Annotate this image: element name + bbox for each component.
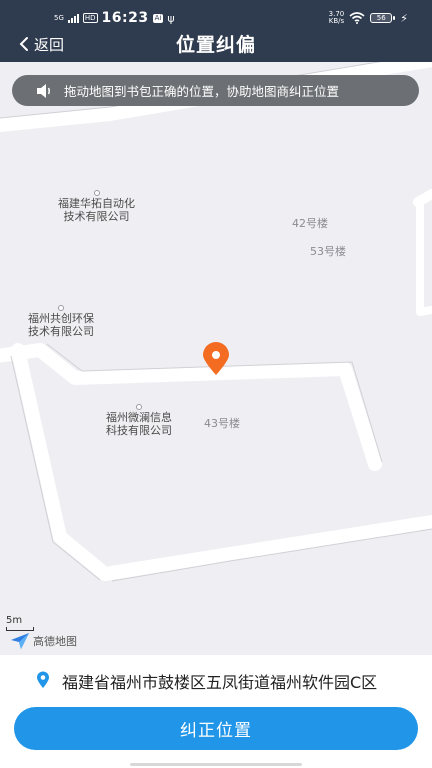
- poi-label-line2: 科技有限公司: [106, 424, 172, 437]
- map-view[interactable]: 拖动地图到书包正确的位置，协助地图商纠正位置 福建华拓自动化 技术有限公司 福州…: [0, 62, 432, 655]
- building-label: 53号楼: [310, 245, 346, 258]
- poi-weilan[interactable]: 福州微澜信息 科技有限公司: [106, 404, 172, 437]
- battery-icon: 56: [370, 13, 396, 23]
- home-indicator: [130, 763, 302, 766]
- drag-map-notice: 拖动地图到书包正确的位置，协助地图商纠正位置: [12, 75, 419, 106]
- status-bar: 5G HD 16:23 Ai ψ 3.70 KB/s 56 ⚡: [0, 8, 432, 28]
- poi-label-line1: 福建华拓自动化: [58, 197, 135, 210]
- network-speed: 3.70 KB/s: [328, 10, 345, 25]
- speaker-icon: [37, 83, 50, 98]
- poi-label-line1: 福州微澜信息: [106, 411, 172, 424]
- poi-label-line2: 技术有限公司: [63, 210, 130, 223]
- nav-bar: 返回 位置纠偏: [0, 28, 432, 60]
- top-bar: 5G HD 16:23 Ai ψ 3.70 KB/s 56 ⚡ 返回 位置纠偏: [0, 0, 432, 62]
- app-badge-icon: Ai: [152, 13, 164, 23]
- page-title: 位置纠偏: [175, 34, 256, 56]
- signal-icon: [67, 13, 79, 23]
- poi-gongchuang[interactable]: 福州共创环保 技术有限公司: [28, 305, 94, 338]
- map-logo: 高德地图: [10, 632, 77, 650]
- map-scale: 5m: [6, 615, 34, 631]
- scale-label: 5m: [6, 615, 23, 626]
- building-label: 42号楼: [292, 217, 328, 230]
- poi-dot-icon: [93, 190, 100, 196]
- poi-label-line1: 福州共创环保: [28, 312, 94, 325]
- building-label: 43号楼: [204, 417, 240, 430]
- correct-position-button[interactable]: 纠正位置: [14, 707, 418, 750]
- network-type: 5G: [54, 13, 64, 22]
- poi-dot-icon: [136, 404, 142, 410]
- notice-text: 拖动地图到书包正确的位置，协助地图商纠正位置: [64, 84, 340, 99]
- poi-label-line2: 技术有限公司: [28, 325, 94, 338]
- charging-icon: ⚡: [400, 11, 408, 25]
- usb-icon: ψ: [167, 11, 175, 25]
- hd-badge: HD: [82, 13, 98, 23]
- amap-logo-icon: [11, 633, 29, 649]
- logo-text: 高德地图: [33, 635, 77, 648]
- address-row: 福建省福州市鼓楼区五凤街道福州软件园C区: [0, 655, 432, 705]
- location-marker-icon: [37, 671, 49, 688]
- address-text: 福建省福州市鼓楼区五凤街道福州软件园C区: [62, 673, 378, 692]
- wifi-icon: [349, 12, 365, 24]
- status-time: 16:23: [101, 10, 149, 26]
- poi-dot-icon: [58, 305, 64, 311]
- poi-huatuo[interactable]: 福建华拓自动化 技术有限公司: [58, 190, 135, 223]
- location-pin-icon[interactable]: [201, 342, 231, 376]
